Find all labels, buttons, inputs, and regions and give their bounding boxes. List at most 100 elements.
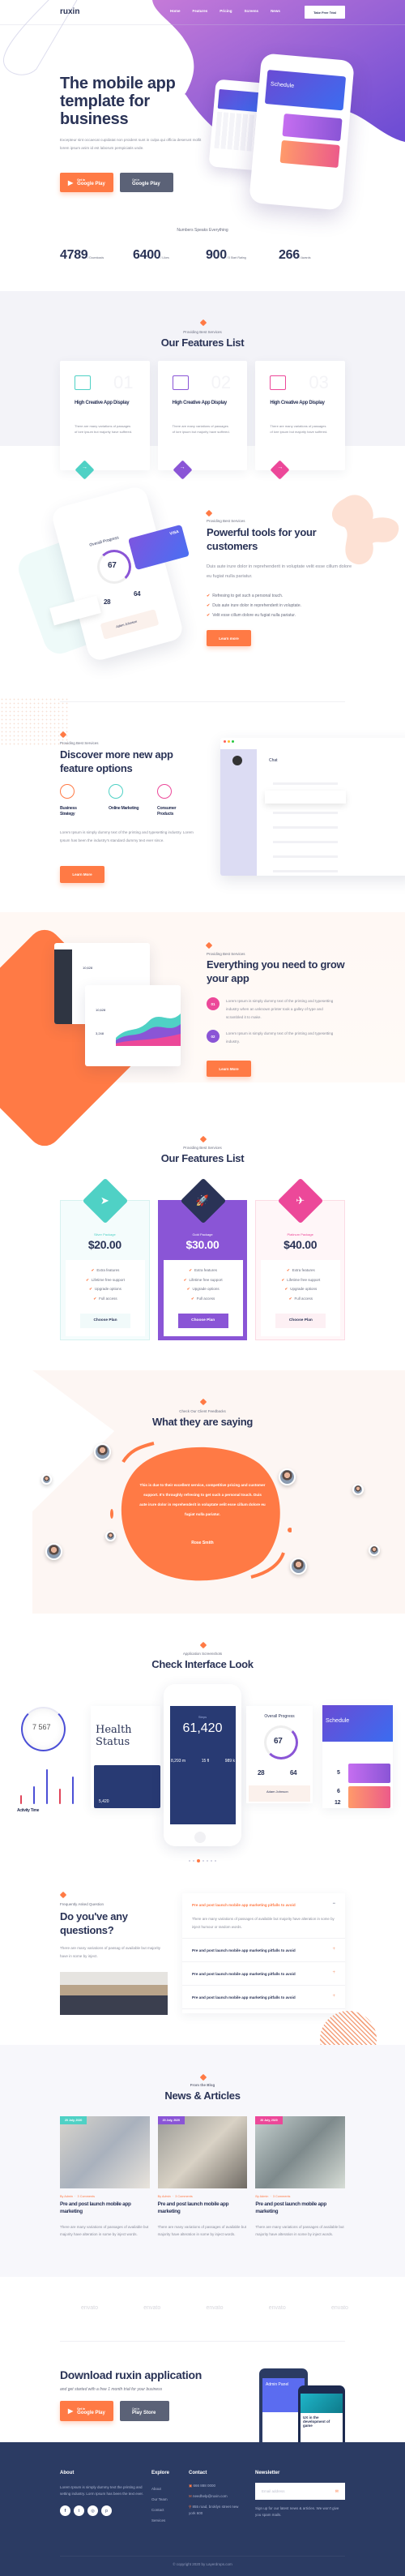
choose-plan-button[interactable]: Choose Plan	[80, 1313, 130, 1328]
arrow-right-icon: →	[179, 465, 185, 470]
nav: Home Features Pricing Screens News	[170, 9, 280, 13]
check-icon: ✔	[284, 1287, 288, 1292]
paper-plane-icon: ➤	[100, 1194, 109, 1207]
diamond-icon	[205, 509, 213, 517]
faq-item[interactable]: Pre and post launch mobile app marketing…	[182, 1986, 345, 2009]
app-store-button[interactable]: Get in Google Play	[120, 173, 173, 192]
footer-link[interactable]: Services	[151, 2515, 168, 2526]
stat-awards: 266/ Awards	[279, 248, 311, 262]
avatar[interactable]	[41, 1474, 52, 1485]
faq-accordion: Pre and post launch mobile app marketing…	[182, 1893, 345, 2013]
grow-sub: Providing Best Services	[207, 952, 245, 956]
stat-rating: 900/ 5 Start Rating	[206, 248, 246, 262]
number-badge: 02	[207, 1030, 220, 1043]
carousel-dot[interactable]	[211, 1860, 212, 1862]
hero-description: Excepteur sint occaecat cupidatat non pr…	[60, 138, 202, 150]
nav-home[interactable]: Home	[170, 9, 181, 13]
post-image: 20 July, 2020	[255, 2116, 346, 2188]
carousel-dot[interactable]	[215, 1860, 216, 1862]
activity-bar	[59, 1789, 61, 1804]
google-play-button[interactable]: ▶ Get in Google Play	[60, 2401, 113, 2421]
blog-post[interactable]: 20 July, 2020 By Admin · 3 Comments Pre …	[255, 2116, 346, 2238]
partner-logo: envato	[268, 2305, 286, 2311]
blog-post[interactable]: 20 July, 2020 By Admin · 3 Comments Pre …	[60, 2116, 150, 2238]
faq-item[interactable]: Pre and post launch mobile app marketing…	[182, 1893, 345, 1939]
plus-icon[interactable]: +	[332, 1970, 335, 1975]
newsletter-input[interactable]: Email address ✉	[255, 2483, 345, 2500]
activity-bars	[18, 1769, 79, 1804]
partners: envato envato envato envato envato	[81, 2305, 348, 2311]
avatar[interactable]	[290, 1558, 307, 1575]
download-sub: and get started with a free 1 month tria…	[60, 2387, 163, 2392]
facebook-icon[interactable]: f	[60, 2505, 70, 2516]
footer-link[interactable]: Our Team	[151, 2494, 168, 2505]
testimonial-author: Rose Smith	[191, 1541, 214, 1545]
rocket-icon: 🚀	[195, 1194, 210, 1207]
learn-more-button[interactable]: Learn more	[207, 630, 251, 646]
list-item: ✔ Velit esse cillum dolore eu fugiat null…	[207, 613, 296, 618]
tools-text: Duis aute irure dolor in reprehenderit i…	[207, 564, 352, 579]
learn-more-button[interactable]: Learn More	[60, 866, 104, 883]
choose-plan-button[interactable]: Choose Plan	[177, 1313, 228, 1328]
free-trial-button[interactable]: Take Free Trial	[305, 6, 345, 19]
pricing-sub: Providing Best Services	[183, 1146, 222, 1150]
carousel-dot[interactable]	[189, 1860, 190, 1862]
footer-link[interactable]: Contact	[151, 2505, 168, 2515]
faq-item[interactable]: Pre and post launch mobile app marketing…	[182, 1939, 345, 1962]
features-cards: 01 High Creative App Display There are m…	[60, 361, 346, 480]
dot-pattern	[0, 697, 69, 746]
play-icon: ▶	[68, 2407, 74, 2415]
logo[interactable]: ruxin	[60, 7, 79, 16]
download-title: Download ruxin application	[60, 2368, 202, 2381]
avatar[interactable]	[94, 1443, 111, 1460]
stat-downloads: 4789/ Downloads	[60, 248, 104, 262]
plus-icon[interactable]: +	[332, 1994, 335, 1999]
discover-text: Lorem Ipsum is simply dummy text of the …	[60, 830, 194, 842]
avatar[interactable]	[352, 1484, 364, 1495]
list-item: 01 Lorem Ipsum is simply dummy text of th…	[207, 997, 340, 1022]
avatar[interactable]	[279, 1468, 296, 1485]
carousel-dot[interactable]	[202, 1860, 204, 1862]
blog-post[interactable]: 20 July, 2020 By Admin · 3 Comments Pre …	[157, 2116, 248, 2238]
date-badge: 20 July, 2020	[255, 2116, 283, 2124]
minus-icon[interactable]: −	[332, 1901, 335, 1906]
tools-mock: Overall Progress 67 28 64 VISA Adam John…	[14, 484, 190, 663]
hero-phone-large: Schedule	[249, 53, 355, 211]
avatar[interactable]	[45, 1543, 62, 1560]
plus-icon[interactable]: +	[332, 1947, 335, 1952]
app-icon	[172, 375, 189, 390]
testimonial-sub: Check Our Client Feedbacks	[179, 1409, 226, 1413]
footer-link[interactable]: About	[151, 2484, 168, 2494]
avatar[interactable]	[105, 1531, 116, 1541]
check-icon: ✔	[186, 1287, 190, 1292]
avatar[interactable]	[369, 1545, 380, 1556]
nav-pricing[interactable]: Pricing	[220, 9, 232, 13]
plan-feature: ✔ Full access	[288, 1297, 313, 1301]
carousel-dot[interactable]	[197, 1859, 200, 1862]
nav-news[interactable]: News	[271, 9, 280, 13]
carousel-dot[interactable]	[207, 1860, 208, 1862]
feature-icon	[109, 784, 123, 799]
activity-bar	[20, 1794, 22, 1804]
arrow-right-icon: →	[277, 465, 284, 470]
twitter-icon[interactable]: t	[74, 2505, 84, 2516]
google-play-button[interactable]: ▶ Get in Google Play	[60, 173, 113, 192]
pinterest-icon[interactable]: p	[101, 2505, 112, 2516]
instagram-icon[interactable]: ◎	[87, 2505, 98, 2516]
learn-more-button[interactable]: Learn More	[207, 1061, 251, 1077]
play-store-button[interactable]: Get in Play Store	[120, 2401, 169, 2421]
send-icon[interactable]: ✉	[335, 2489, 339, 2494]
plan-feature: ✔ Full access	[191, 1297, 215, 1301]
carousel-dot[interactable]	[193, 1860, 194, 1862]
faq-item[interactable]: Pre and post launch mobile app marketing…	[182, 1962, 345, 1986]
choose-plan-button[interactable]: Choose Plan	[275, 1313, 326, 1328]
grow-items: 01 Lorem Ipsum is simply dummy text of th…	[207, 997, 340, 1054]
nav-screens[interactable]: Screens	[245, 9, 259, 13]
check-icon: ✔	[91, 1268, 95, 1272]
nav-features[interactable]: Features	[193, 9, 208, 13]
pricing-title: Our Features List	[160, 1152, 245, 1164]
play-icon: ▶	[68, 178, 74, 186]
chat-screenshot: Chat	[220, 738, 405, 876]
health-screen: Health Status 5,420	[91, 1706, 160, 1808]
feature-option: Consumer Products	[157, 784, 188, 817]
